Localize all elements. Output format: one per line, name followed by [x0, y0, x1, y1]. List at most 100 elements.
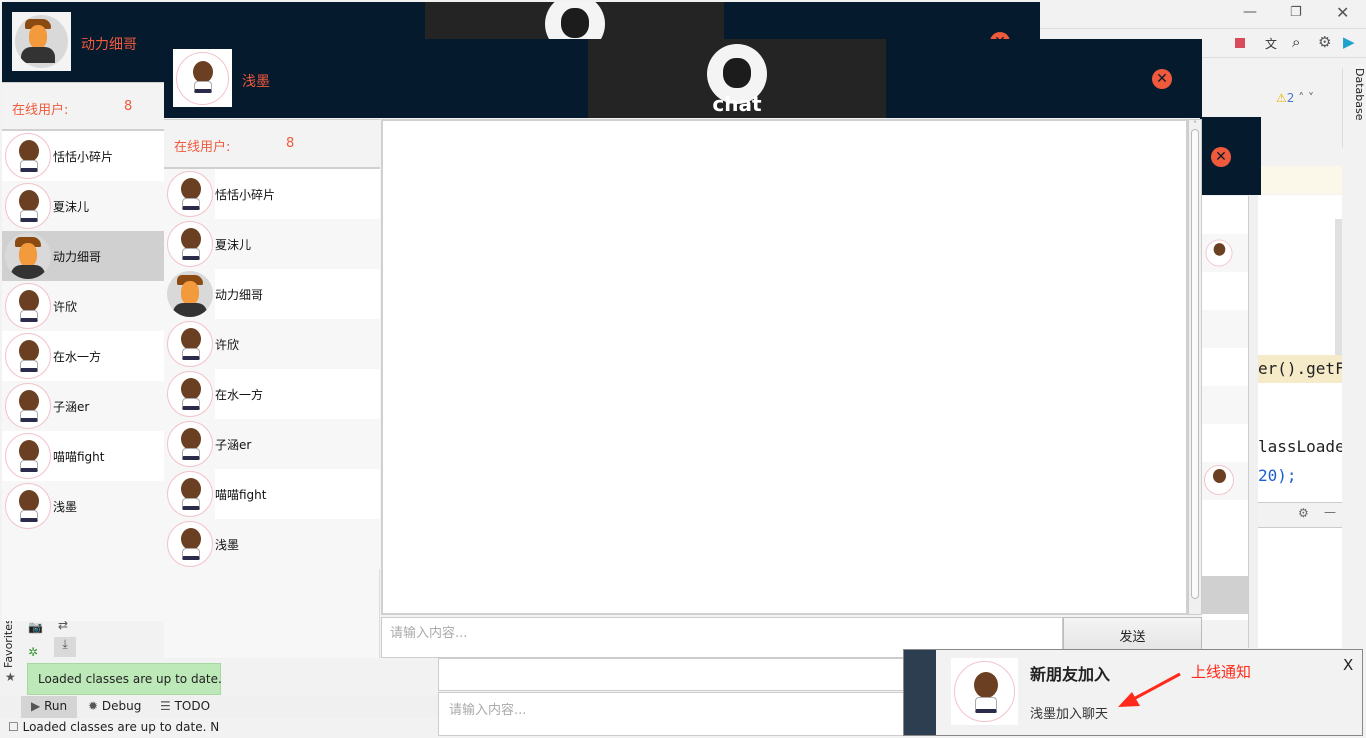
user-list-item[interactable]: 许欣 — [2, 281, 164, 331]
restore-button[interactable]: ❐ — [1290, 5, 1302, 20]
user-list-item[interactable]: 子涵er — [2, 381, 164, 431]
annotation-label: 上线通知 — [1191, 663, 1252, 681]
warning-icon: ⚠ — [1276, 91, 1287, 105]
profile-name: 动力细哥 — [81, 37, 137, 53]
panel-header: ⚙ — — [1258, 502, 1342, 528]
avatar — [5, 133, 51, 179]
user-list-item[interactable]: 许欣 — [164, 319, 380, 369]
avatar — [167, 271, 213, 317]
chat-scrollbar[interactable]: ˄ — [1188, 119, 1202, 615]
user-name: 在水一方 — [53, 350, 102, 364]
user-list-item[interactable]: 在水一方 — [2, 331, 164, 381]
avatar — [5, 283, 51, 329]
back-online-header: 在线用户: 8 — [2, 82, 164, 131]
gear-icon[interactable]: ⚙ — [1318, 33, 1331, 51]
avatar — [167, 521, 213, 567]
status-bar: ☐ Loaded classes are up to date. N — [0, 718, 438, 738]
user-list-item[interactable]: 浅墨 — [164, 519, 380, 569]
front-window-header: 浅墨 chat ✕ — [164, 39, 1202, 118]
code-line: 20); — [1258, 466, 1297, 485]
avatar — [167, 421, 213, 467]
tooltip: Loaded classes are up to date. — [27, 663, 222, 695]
profile-avatar — [12, 12, 71, 71]
list-icon: ☰ — [160, 699, 171, 713]
search-icon[interactable]: ⌕ — [1292, 33, 1300, 51]
minimize-panel-icon[interactable]: — — [1324, 505, 1336, 519]
avatar — [5, 233, 51, 279]
close-button[interactable]: ✕ — [1211, 147, 1231, 167]
user-name: 浅墨 — [215, 538, 240, 552]
warning-indicator[interactable]: ⚠2 ˄ ˅ — [1276, 91, 1314, 105]
close-button[interactable]: ✕ — [1152, 69, 1172, 89]
tab-run[interactable]: ▶ Run — [21, 696, 77, 718]
notification-accent — [904, 650, 936, 735]
user-name: 喵喵fight — [215, 488, 267, 502]
avatar — [167, 371, 213, 417]
third-window-scrollbar[interactable] — [1248, 196, 1258, 648]
third-window-header: ✕ — [1200, 117, 1261, 195]
gear-icon[interactable]: ⚙ — [1298, 506, 1309, 520]
user-list-item[interactable]: 恬恬小碎片 — [164, 169, 380, 219]
notification-popup: 新朋友加入 浅墨加入聊天 X 上线通知 — [903, 649, 1363, 736]
tab-todo[interactable]: ☰ TODO — [160, 699, 210, 713]
avatar — [5, 433, 51, 479]
stop-icon[interactable] — [1235, 38, 1245, 48]
scroll-end-icon[interactable]: ⤓ — [54, 637, 76, 657]
avatar — [167, 321, 213, 367]
user-list-item[interactable]: 在水一方 — [164, 369, 380, 419]
online-count: 8 — [124, 99, 133, 114]
user-list-item[interactable]: 动力细哥 — [2, 231, 164, 281]
user-list-item[interactable]: 动力细哥 — [164, 269, 380, 319]
favorites-tab[interactable]: Favorites — [2, 618, 22, 668]
translate-icon[interactable]: 文 — [1265, 35, 1277, 52]
chat-messages-area[interactable] — [381, 119, 1188, 615]
database-tab[interactable]: Database — [1342, 68, 1366, 148]
user-list-item[interactable]: 夏沫儿 — [164, 219, 380, 269]
avatar — [167, 221, 213, 267]
user-list-item[interactable]: 夏沫儿 — [2, 181, 164, 231]
avatar — [1204, 465, 1234, 495]
tab-debug[interactable]: ✹ Debug — [88, 699, 141, 713]
tab-debug-label: Debug — [101, 699, 142, 713]
avatar — [5, 383, 51, 429]
back-input-area — [438, 658, 904, 691]
user-name: 动力细哥 — [215, 288, 264, 302]
avatar — [5, 183, 51, 229]
user-list-item[interactable]: 恬恬小碎片 — [2, 131, 164, 181]
favorites-label: Favorites — [2, 618, 15, 668]
panel-body — [1258, 528, 1342, 648]
database-label: Database — [1353, 68, 1366, 121]
user-name: 恬恬小碎片 — [215, 188, 276, 202]
back-message-input[interactable]: 请输入内容... — [438, 692, 904, 736]
status-text: Loaded classes are up to date. N — [22, 720, 220, 734]
minimize-button[interactable]: — — [1243, 4, 1257, 20]
camera-icon[interactable]: 📷 — [28, 620, 43, 634]
user-name: 浅墨 — [53, 500, 78, 514]
code-line: lassLoade — [1258, 437, 1342, 456]
user-name: 子涵er — [53, 400, 90, 414]
user-name: 夏沫儿 — [215, 238, 252, 252]
avatar — [5, 333, 51, 379]
avatar — [5, 483, 51, 529]
tab-todo-label: TODO — [174, 699, 211, 713]
online-count: 8 — [286, 136, 295, 151]
profile-name: 浅墨 — [242, 74, 270, 90]
user-list-item[interactable]: 子涵er — [164, 419, 380, 469]
notification-close-button[interactable]: X — [1343, 656, 1353, 674]
rerun-icon[interactable]: ✲ — [28, 645, 38, 659]
window-close-button[interactable]: ✕ — [1336, 3, 1349, 22]
front-online-header: 在线用户: 8 — [164, 119, 380, 169]
input-placeholder: 请输入内容... — [390, 626, 468, 641]
user-list-item[interactable]: 浅墨 — [2, 481, 164, 531]
user-name: 子涵er — [215, 438, 252, 452]
user-name: 恬恬小碎片 — [53, 150, 114, 164]
warning-count: 2 — [1286, 91, 1295, 105]
star-icon[interactable]: ★ — [5, 670, 16, 684]
user-list-item[interactable]: 喵喵fight — [164, 469, 380, 519]
third-window-list — [1202, 196, 1248, 620]
play-icon[interactable]: ▶ — [1343, 33, 1355, 51]
user-name: 喵喵fight — [53, 450, 105, 464]
notification-message: 浅墨加入聊天 — [1030, 707, 1109, 722]
user-list-item[interactable]: 喵喵fight — [2, 431, 164, 481]
online-label: 在线用户: — [12, 103, 69, 118]
